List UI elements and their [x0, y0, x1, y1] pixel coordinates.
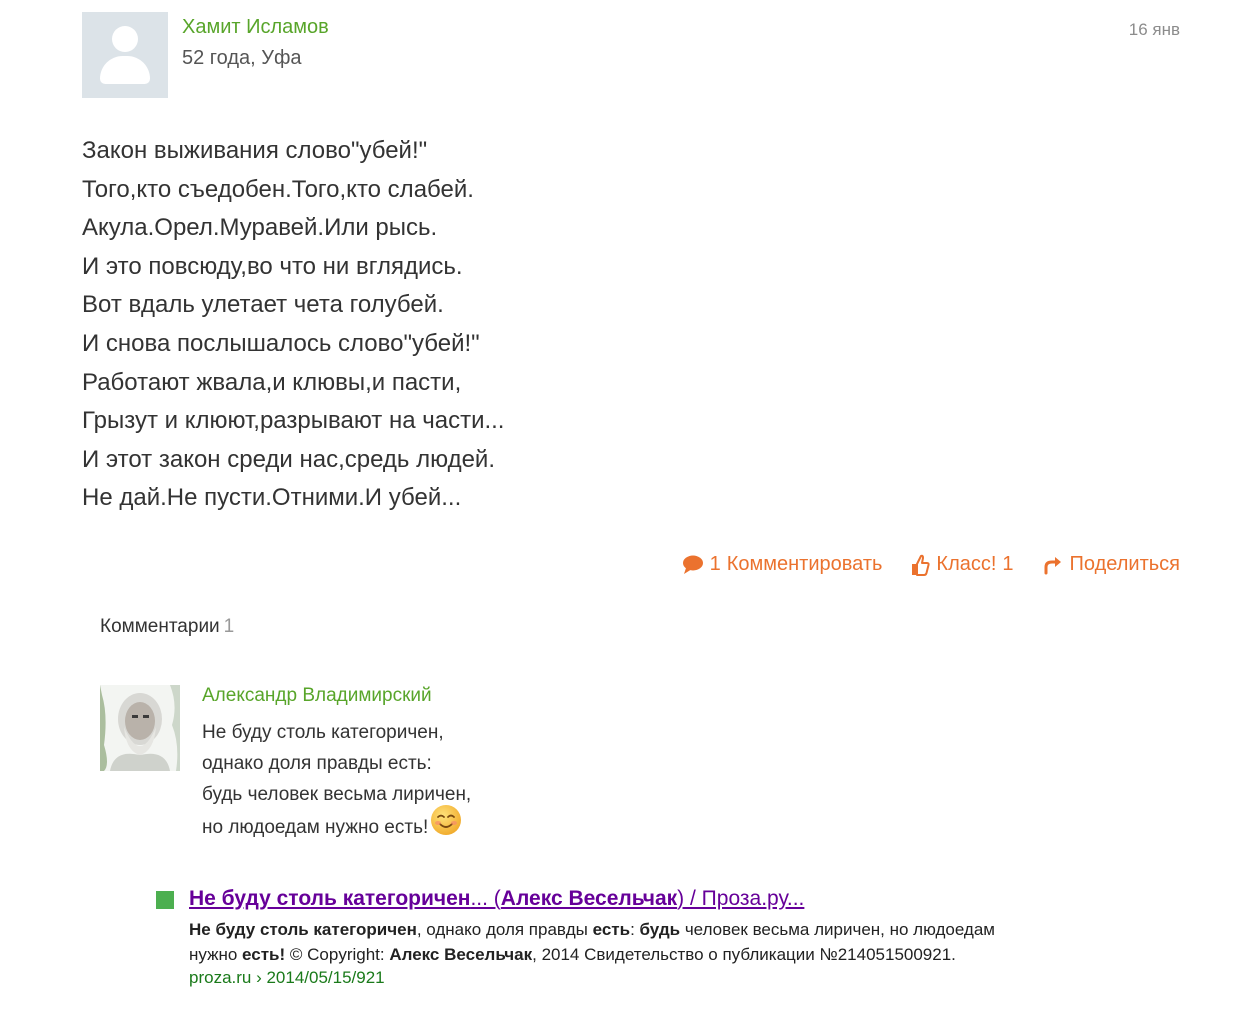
comment-text: Не буду столь категоричен, однако доля п… — [202, 717, 471, 846]
snippet-part: человек весьма лиричен, но людоедам — [680, 920, 995, 939]
post-line: И это повсюду,во что ни вглядись. — [82, 252, 463, 280]
comment-line-last: но людоедам нужно есть! — [202, 805, 471, 846]
comment-line: Не буду столь категоричен, — [202, 722, 444, 743]
search-result-snippet: Не буду столь категоричен, однако доля п… — [189, 918, 1149, 967]
post-line: Работают жвала,и клювы,и пасти, — [82, 368, 462, 396]
author-avatar[interactable] — [82, 12, 168, 98]
commenter-photo — [100, 685, 180, 771]
result-marker — [156, 891, 174, 909]
thumbs-up-icon — [912, 554, 931, 576]
snippet-part: : — [630, 920, 640, 939]
smiling-face-icon — [430, 804, 462, 846]
result-title-bold: Не буду столь категоричен — [189, 887, 471, 910]
comment-count: 1 — [709, 553, 721, 575]
snippet-part: есть! — [242, 944, 286, 964]
commenter-avatar[interactable] — [100, 685, 180, 771]
avatar-placeholder-body — [100, 56, 150, 84]
post-line: Вот вдаль улетает чета голубей. — [82, 291, 444, 319]
comments-heading: Комментарии 1 — [100, 616, 234, 638]
post-actions: 1 Комментировать Класс! 1 Поделиться — [682, 553, 1180, 576]
snippet-part: есть — [592, 920, 631, 939]
comment-label: Комментировать — [726, 553, 883, 575]
comment-line: однако доля правды есть: — [202, 753, 432, 774]
share-label: Поделиться — [1069, 553, 1180, 575]
comments-heading-count: 1 — [223, 616, 235, 637]
post-line: Того,кто съедобен.Того,кто слабей. — [82, 175, 474, 203]
snippet-part: Алекс Весельчак — [389, 944, 533, 964]
snippet-part: , однако доля правды — [416, 920, 593, 939]
comment-button[interactable]: 1 Комментировать — [682, 553, 883, 576]
comment-line: но людоедам нужно есть! — [202, 817, 429, 839]
post-line: Закон выживания слово"убей!" — [82, 137, 428, 164]
snippet-part: нужно — [189, 944, 243, 964]
snippet-part: , 2014 Свидетельство о публикации №21405… — [532, 944, 956, 964]
post-line: Акула.Орел.Муравей.Или рысь. — [82, 214, 438, 242]
post-line: И этот закон среди нас,средь людей. — [82, 445, 495, 473]
like-label: Класс! — [936, 553, 997, 575]
share-button[interactable]: Поделиться — [1042, 553, 1180, 576]
snippet-part: © Copyright: — [285, 944, 390, 964]
comment-author-name[interactable]: Александр Владимирский — [202, 685, 432, 707]
like-button[interactable]: Класс! 1 — [910, 553, 1014, 576]
like-count: 1 — [1002, 553, 1014, 575]
post-line: И снова послышалось слово"убей!" — [82, 329, 480, 357]
post-date: 16 янв — [1128, 20, 1180, 39]
result-title-author: Алекс Весельчак — [500, 887, 678, 910]
avatar-placeholder-head — [112, 26, 138, 52]
search-result-title-link[interactable]: Не буду столь категоричен... (Алекс Весе… — [189, 887, 804, 911]
comment-bubble-icon — [682, 555, 703, 574]
share-arrow-icon — [1044, 556, 1061, 574]
post-line: Не дай.Не пусти.Отними.И убей... — [82, 484, 462, 512]
post-author-meta: 52 года, Уфа — [182, 47, 302, 69]
post-line: Грызут и клюют,разрывают на части... — [82, 407, 505, 435]
post-author-name[interactable]: Хамит Исламов — [182, 16, 329, 39]
result-title-mid: ... ( — [470, 887, 501, 910]
search-result-url[interactable]: proza.ru › 2014/05/15/921 — [189, 968, 385, 988]
post-text: Закон выживания слово"убей!" Того,кто съ… — [82, 132, 782, 518]
comments-heading-label: Комментарии — [100, 616, 220, 637]
result-title-tail: ) / Проза.ру... — [677, 887, 805, 910]
snippet-part: Не буду столь категоричен — [189, 920, 417, 939]
snippet-part: будь — [639, 920, 681, 939]
